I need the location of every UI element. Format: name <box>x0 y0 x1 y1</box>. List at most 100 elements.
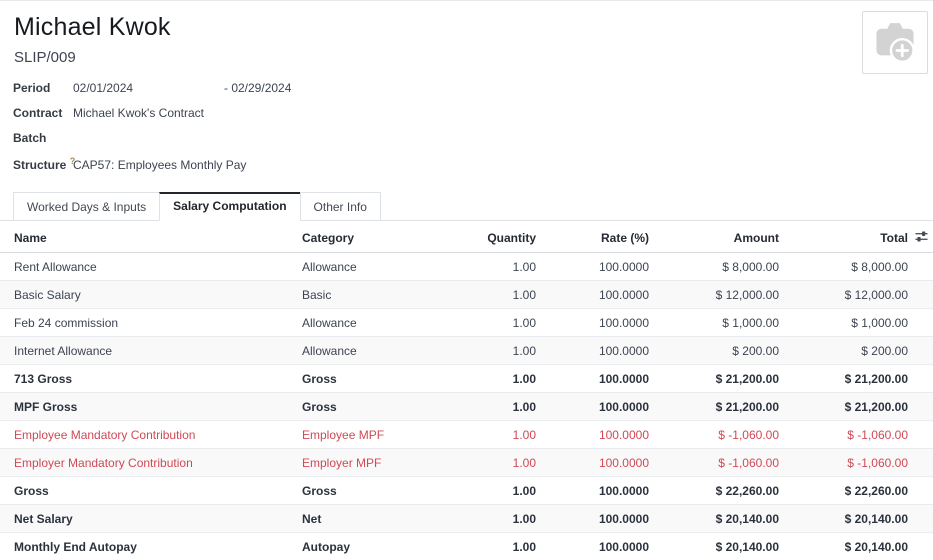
field-period: Period 02/01/2024 - 02/29/2024 <box>13 81 933 106</box>
table-row[interactable]: 713 Gross Gross 1.00 100.0000 $ 21,200.0… <box>0 365 933 393</box>
cell-rate: 100.0000 <box>537 393 650 421</box>
cell-rate: 100.0000 <box>537 337 650 365</box>
sliders-icon[interactable] <box>915 230 928 246</box>
cell-quantity: 1.00 <box>448 533 537 560</box>
cell-total: $ 20,140.00 <box>780 505 909 533</box>
cell-total: $ -1,060.00 <box>780 421 909 449</box>
cell-name: Feb 24 commission <box>0 309 288 337</box>
column-header-options <box>909 223 933 253</box>
structure-value[interactable]: CAP57: Employees Monthly Pay <box>73 158 246 172</box>
cell-options <box>909 393 933 421</box>
cell-options <box>909 533 933 560</box>
cell-name: Employee Mandatory Contribution <box>0 421 288 449</box>
table-row[interactable]: Employer Mandatory Contribution Employer… <box>0 449 933 477</box>
field-batch: Batch <box>13 131 933 156</box>
cell-category: Allowance <box>288 309 448 337</box>
payslip-header: Michael Kwok SLIP/009 <box>0 1 933 66</box>
cell-category: Basic <box>288 281 448 309</box>
cell-rate: 100.0000 <box>537 505 650 533</box>
cell-name: Rent Allowance <box>0 253 288 281</box>
period-start-value[interactable]: 02/01/2024 <box>73 81 224 95</box>
cell-rate: 100.0000 <box>537 533 650 560</box>
cell-rate: 100.0000 <box>537 477 650 505</box>
cell-rate: 100.0000 <box>537 421 650 449</box>
cell-quantity: 1.00 <box>448 421 537 449</box>
cell-quantity: 1.00 <box>448 505 537 533</box>
table-row[interactable]: Basic Salary Basic 1.00 100.0000 $ 12,00… <box>0 281 933 309</box>
cell-name: Monthly End Autopay <box>0 533 288 560</box>
cell-options <box>909 449 933 477</box>
column-header-amount[interactable]: Amount <box>650 223 780 253</box>
cell-rate: 100.0000 <box>537 365 650 393</box>
table-row[interactable]: Monthly End Autopay Autopay 1.00 100.000… <box>0 533 933 560</box>
cell-category: Gross <box>288 393 448 421</box>
cell-rate: 100.0000 <box>537 449 650 477</box>
salary-computation-table: Name Category Quantity Rate (%) Amount T… <box>0 223 933 560</box>
cell-name: Net Salary <box>0 505 288 533</box>
page-title: Michael Kwok <box>14 13 917 42</box>
cell-quantity: 1.00 <box>448 309 537 337</box>
column-header-quantity[interactable]: Quantity <box>448 223 537 253</box>
cell-category: Employee MPF <box>288 421 448 449</box>
tab-worked-days-inputs[interactable]: Worked Days & Inputs <box>13 192 160 221</box>
cell-amount: $ 1,000.00 <box>650 309 780 337</box>
cell-category: Autopay <box>288 533 448 560</box>
batch-label: Batch <box>13 131 73 145</box>
cell-total: $ 1,000.00 <box>780 309 909 337</box>
table-row[interactable]: Feb 24 commission Allowance 1.00 100.000… <box>0 309 933 337</box>
cell-amount: $ 200.00 <box>650 337 780 365</box>
column-header-total[interactable]: Total <box>780 223 909 253</box>
cell-name: Basic Salary <box>0 281 288 309</box>
table-row[interactable]: MPF Gross Gross 1.00 100.0000 $ 21,200.0… <box>0 393 933 421</box>
cell-options <box>909 309 933 337</box>
cell-amount: $ 8,000.00 <box>650 253 780 281</box>
cell-name: Gross <box>0 477 288 505</box>
table-row[interactable]: Internet Allowance Allowance 1.00 100.00… <box>0 337 933 365</box>
tab-other-info[interactable]: Other Info <box>300 192 381 221</box>
contract-value[interactable]: Michael Kwok's Contract <box>73 106 204 120</box>
cell-amount: $ 22,260.00 <box>650 477 780 505</box>
cell-category: Employer MPF <box>288 449 448 477</box>
cell-quantity: 1.00 <box>448 365 537 393</box>
table-header-row: Name Category Quantity Rate (%) Amount T… <box>0 223 933 253</box>
cell-quantity: 1.00 <box>448 281 537 309</box>
table-row[interactable]: Gross Gross 1.00 100.0000 $ 22,260.00 $ … <box>0 477 933 505</box>
cell-options <box>909 477 933 505</box>
table-row[interactable]: Net Salary Net 1.00 100.0000 $ 20,140.00… <box>0 505 933 533</box>
field-structure: Structure ? CAP57: Employees Monthly Pay <box>13 156 933 181</box>
table-row[interactable]: Employee Mandatory Contribution Employee… <box>0 421 933 449</box>
cell-options <box>909 421 933 449</box>
cell-amount: $ 20,140.00 <box>650 533 780 560</box>
cell-total: $ -1,060.00 <box>780 449 909 477</box>
cell-category: Net <box>288 505 448 533</box>
cell-name: Internet Allowance <box>0 337 288 365</box>
cell-amount: $ -1,060.00 <box>650 449 780 477</box>
cell-total: $ 8,000.00 <box>780 253 909 281</box>
column-header-category[interactable]: Category <box>288 223 448 253</box>
cell-amount: $ 21,200.00 <box>650 393 780 421</box>
cell-total: $ 21,200.00 <box>780 365 909 393</box>
cell-quantity: 1.00 <box>448 477 537 505</box>
cell-rate: 100.0000 <box>537 281 650 309</box>
cell-rate: 100.0000 <box>537 309 650 337</box>
employee-photo-placeholder[interactable] <box>862 11 928 74</box>
period-label: Period <box>13 81 73 95</box>
period-end-value[interactable]: - 02/29/2024 <box>224 81 291 95</box>
column-header-rate[interactable]: Rate (%) <box>537 223 650 253</box>
cell-total: $ 12,000.00 <box>780 281 909 309</box>
cell-options <box>909 253 933 281</box>
cell-quantity: 1.00 <box>448 337 537 365</box>
payslip-fields: Period 02/01/2024 - 02/29/2024 Contract … <box>0 81 933 181</box>
field-contract: Contract Michael Kwok's Contract <box>13 106 933 131</box>
cell-options <box>909 281 933 309</box>
cell-amount: $ 12,000.00 <box>650 281 780 309</box>
cell-quantity: 1.00 <box>448 253 537 281</box>
tab-salary-computation[interactable]: Salary Computation <box>159 192 300 221</box>
cell-name: 713 Gross <box>0 365 288 393</box>
notebook-tabs: Worked Days & Inputs Salary Computation … <box>0 192 933 221</box>
structure-label: Structure ? <box>13 156 73 172</box>
table-row[interactable]: Rent Allowance Allowance 1.00 100.0000 $… <box>0 253 933 281</box>
cell-options <box>909 505 933 533</box>
column-header-name[interactable]: Name <box>0 223 288 253</box>
cell-total: $ 20,140.00 <box>780 533 909 560</box>
